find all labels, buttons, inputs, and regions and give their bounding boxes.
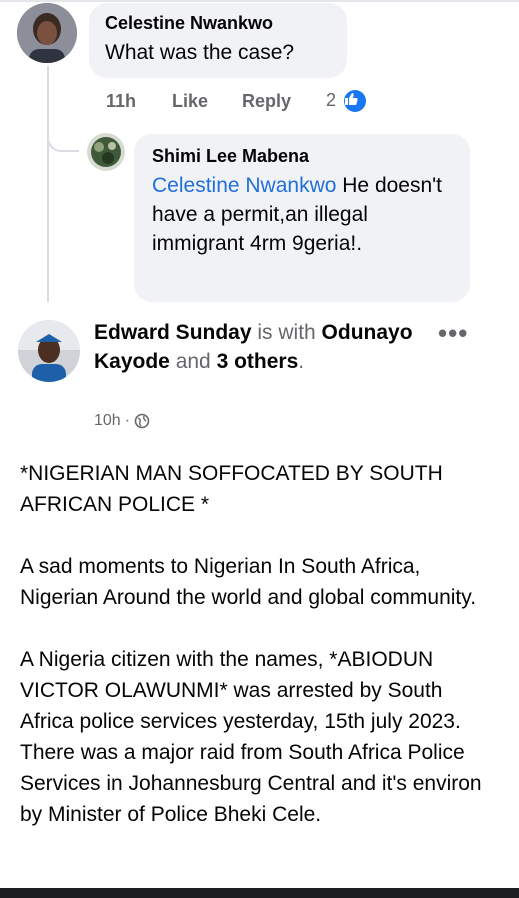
comment-bubble[interactable]: Celestine Nwankwo What was the case?: [89, 3, 347, 78]
top-divider: [0, 0, 519, 2]
meta-separator: ·: [124, 412, 131, 429]
reply-text-first: He: [336, 174, 370, 197]
avatar-photo: [87, 133, 125, 171]
avatar-photo: [17, 3, 77, 63]
comment-author[interactable]: Celestine Nwankwo: [105, 13, 331, 34]
reaction-count: 2: [326, 90, 337, 110]
thread-line: [47, 66, 49, 302]
comment-text: What was the case?: [105, 41, 295, 64]
bottom-nav-edge: [0, 888, 519, 898]
comment-actions: 11h Like Reply 2: [106, 90, 367, 112]
like-button[interactable]: Like: [172, 91, 242, 112]
post-author[interactable]: Edward Sunday: [94, 321, 252, 344]
more-options-icon[interactable]: •••: [438, 318, 468, 349]
avatar-photo: [18, 320, 80, 382]
like-reaction-icon: [344, 90, 367, 112]
reply-author[interactable]: Shimi Lee Mabena: [152, 146, 452, 167]
avatar-celestine[interactable]: [17, 3, 77, 63]
reply-button[interactable]: Reply: [242, 91, 326, 112]
post-body: *NIGERIAN MAN SOFFOCATED BY SOUTH AFRICA…: [20, 458, 500, 861]
post-paragraph: *NIGERIAN MAN SOFFOCATED BY SOUTH AFRICA…: [20, 462, 443, 516]
avatar-edward[interactable]: [18, 320, 80, 382]
post-paragraph: A Nigeria citizen with the names, *ABIOD…: [20, 648, 482, 826]
post-meta: 10h ·: [94, 412, 150, 430]
post-header: Edward Sunday is with Odunayo Kayode and…: [94, 318, 424, 376]
reply-text: Celestine Nwankwo He doesn't have a perm…: [152, 171, 452, 258]
globe-icon: [134, 413, 150, 429]
reaction-summary[interactable]: 2: [326, 90, 367, 112]
post-period: .: [298, 350, 305, 373]
reply-mention[interactable]: Celestine Nwankwo: [152, 174, 336, 197]
avatar-shimi[interactable]: [87, 133, 125, 171]
comment-time[interactable]: 11h: [106, 91, 172, 112]
post-with-text: is with: [251, 321, 322, 344]
post-paragraph: A sad moments to Nigerian In South Afric…: [20, 555, 477, 609]
post-time[interactable]: 10h: [94, 412, 121, 430]
reply-bubble[interactable]: Shimi Lee Mabena Celestine Nwankwo He do…: [134, 134, 470, 302]
post-and-text: and: [169, 350, 217, 373]
post-others-link[interactable]: 3 others: [217, 350, 299, 373]
reply-branch-line: [47, 132, 79, 152]
